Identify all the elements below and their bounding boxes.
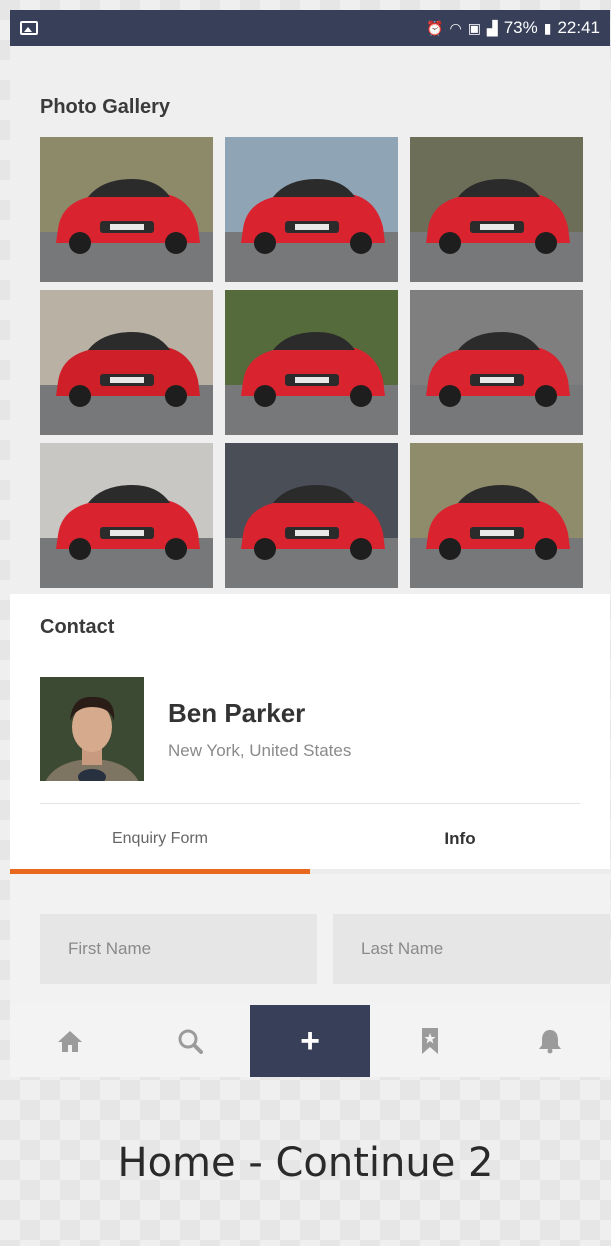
bottom-nav: + [10,1005,610,1077]
car-photo-1 [225,137,398,282]
gallery-photo[interactable] [410,290,583,435]
car-photo-3 [40,290,213,435]
last-name-field[interactable] [333,914,610,984]
tab-indicator [310,869,610,874]
wifi-icon: ◠ [449,19,462,36]
nav-home[interactable] [10,1005,130,1077]
nav-notifications[interactable] [490,1005,610,1077]
contact-location: New York, United States [168,740,352,760]
car-photo-5 [410,290,583,435]
gallery-photo[interactable] [225,290,398,435]
gallery-title: Photo Gallery [40,96,171,118]
car-photo-8 [410,443,583,588]
status-bar: ⏰ ◠ ▣ ▟ 73% ▮ 22:41 [10,10,610,46]
bookmark-icon [422,1028,438,1054]
car-photo-2 [410,137,583,282]
contact-section: Contact Ben Parker New York, United Stat… [10,594,610,874]
alarm-icon: ⏰ [426,19,444,36]
tab-enquiry-form[interactable]: Enquiry Form [10,804,310,874]
gallery-photo[interactable] [225,137,398,282]
gallery-grid [40,137,583,588]
tab-enquiry-form-label: Enquiry Form [111,830,209,847]
gallery-photo[interactable] [40,290,213,435]
car-photo-4 [225,290,398,435]
contact-tabs: Enquiry Form Info [10,804,610,874]
plus-icon: + [300,1021,320,1060]
phone-screen: ⏰ ◠ ▣ ▟ 73% ▮ 22:41 Photo Gallery Contac… [10,10,610,1077]
car-photo-0 [40,137,213,282]
gallery-photo[interactable] [40,443,213,588]
screen-caption: Home - Continue 2 [117,1140,494,1186]
search-icon [178,1029,203,1054]
nav-bookmarks[interactable] [370,1005,490,1077]
car-photo-7 [225,443,398,588]
gallery-photo[interactable] [410,137,583,282]
gallery-photo[interactable] [410,443,583,588]
nav-search[interactable] [130,1005,250,1077]
sim-icon: ▣ [467,19,481,36]
gallery-photo[interactable] [40,137,213,282]
tab-active-indicator [10,869,310,874]
bell-icon [539,1030,561,1054]
tab-info[interactable]: Info [310,804,610,874]
battery-percent: 73% [503,18,538,37]
first-name-field[interactable] [40,914,317,984]
photo-gallery-section: Photo Gallery [10,46,610,594]
nav-add-button[interactable]: + [250,1005,370,1077]
image-icon [20,21,38,35]
signal-icon: ▟ [486,19,498,36]
avatar [40,677,144,781]
tab-info-label: Info [444,829,476,848]
home-icon [58,1031,82,1052]
contact-title: Contact [40,616,115,638]
car-photo-6 [40,443,213,588]
clock: 22:41 [557,18,600,37]
contact-person: Ben Parker New York, United States [40,677,580,781]
battery-icon: ▮ [543,19,552,36]
contact-name: Ben Parker [168,697,306,728]
gallery-photo[interactable] [225,443,398,588]
